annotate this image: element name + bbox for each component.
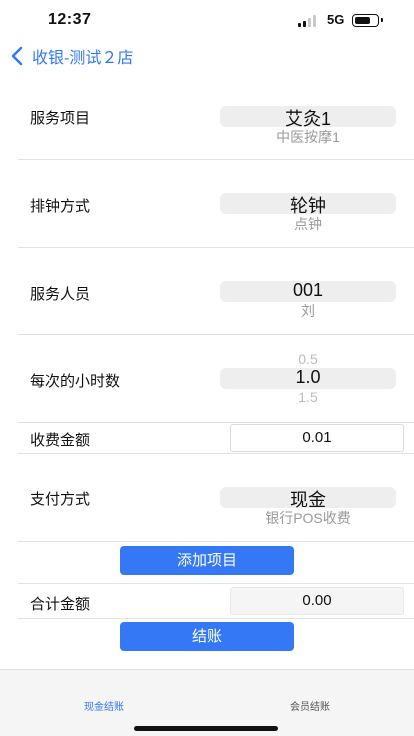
scheduling-label: 排钟方式 [30, 198, 91, 215]
service-item-option[interactable]: 中医按摩1 [220, 127, 396, 147]
chevron-left-icon [11, 46, 23, 66]
staff-option[interactable]: 刘 [220, 301, 396, 321]
payment-label: 支付方式 [30, 491, 91, 508]
fee-input[interactable]: 0.01 [230, 424, 404, 452]
nav-bar: 收银-测试２店 [0, 40, 414, 72]
payment-option[interactable]: 银行POS收费 [220, 508, 396, 528]
back-button[interactable]: 收银-测试２店 [10, 44, 133, 68]
service-item-label: 服务项目 [30, 110, 91, 127]
add-item-button[interactable]: 添加项目 [120, 546, 294, 575]
status-bar: 12:37 5G [0, 0, 414, 40]
home-indicator [134, 726, 278, 731]
tab-member-checkout[interactable]: 会员结账 [260, 698, 360, 713]
total-field: 0.00 [230, 587, 404, 615]
network-type: 5G [327, 12, 345, 27]
hours-option-prev[interactable]: 0.5 [220, 351, 396, 367]
total-label: 合计金额 [30, 596, 91, 613]
staff-label: 服务人员 [30, 286, 91, 303]
page-title: 收银-测试２店 [32, 50, 134, 67]
signal-icon [298, 15, 320, 27]
battery-icon [352, 14, 383, 27]
staff-selected[interactable]: 001 [220, 280, 396, 301]
hours-selected[interactable]: 1.0 [220, 367, 396, 388]
fee-label: 收费金额 [30, 432, 91, 449]
hours-label: 每次的小时数 [30, 373, 121, 390]
scheduling-option[interactable]: 点钟 [220, 214, 396, 234]
hours-option-next[interactable]: 1.5 [220, 389, 396, 405]
tab-cash-checkout[interactable]: 现金结账 [54, 698, 154, 713]
status-time: 12:37 [48, 11, 92, 28]
checkout-button[interactable]: 结账 [120, 622, 294, 651]
